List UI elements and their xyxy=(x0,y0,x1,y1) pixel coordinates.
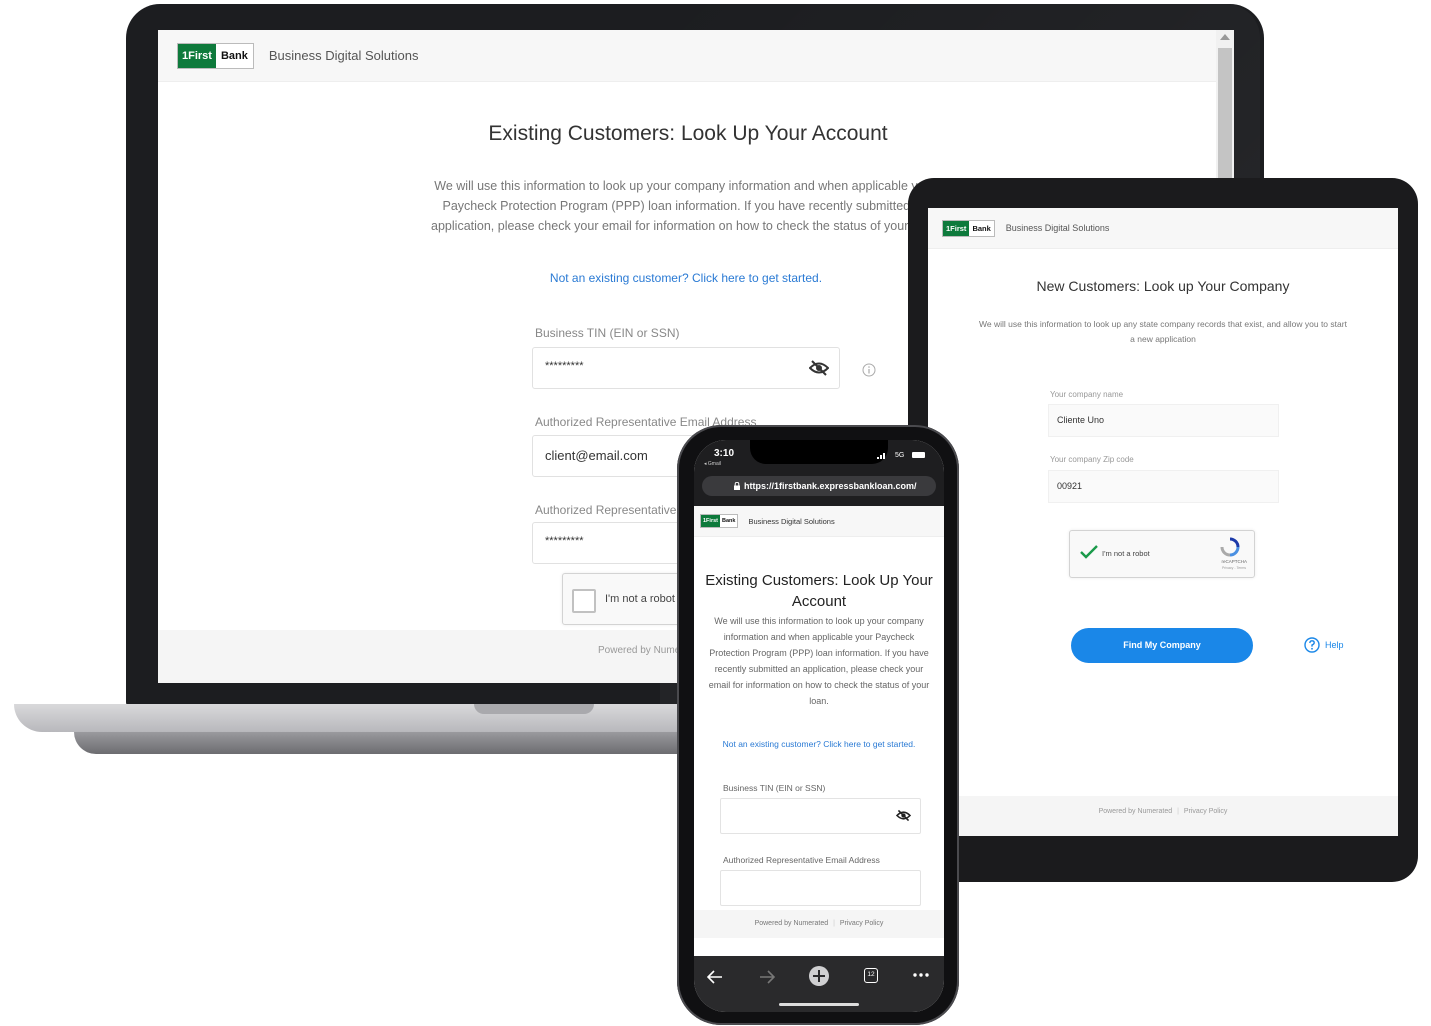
privacy-policy-link[interactable]: Privacy Policy xyxy=(1184,808,1228,815)
find-my-company-button[interactable]: Find My Company xyxy=(1071,628,1253,663)
phone-footer: Powered by Numerated | Privacy Policy xyxy=(694,910,944,938)
page-description: We will use this information to look up … xyxy=(979,319,1347,344)
footer-powered[interactable]: Powered by Numerated xyxy=(755,920,829,927)
brand-logo[interactable]: 1First Bank xyxy=(700,514,739,528)
zip-code-input[interactable]: 00921 xyxy=(1048,470,1279,503)
hide-password-icon[interactable] xyxy=(809,359,829,377)
url-bar[interactable]: https://1firstbank.expressbankloan.com/ xyxy=(702,476,936,496)
home-indicator xyxy=(779,1003,859,1006)
footer-powered: Powered by Nume xyxy=(598,645,681,656)
page-title: Existing Customers: Look Up Your Account xyxy=(488,122,888,145)
zip-code-label: Your company Zip code xyxy=(1050,455,1134,464)
phone-header: 1First Bank Business Digital Solutions xyxy=(694,506,944,537)
new-customer-link[interactable]: Not an existing customer? Click here to … xyxy=(694,739,944,749)
product-name: Business Digital Solutions xyxy=(748,516,835,526)
product-name: Business Digital Solutions xyxy=(268,48,419,63)
recaptcha-checkbox[interactable] xyxy=(572,589,596,613)
privacy-policy-link[interactable]: Privacy Policy xyxy=(840,920,884,927)
status-time: 3:10 xyxy=(714,448,735,459)
forward-arrow-icon[interactable] xyxy=(759,970,775,984)
tablet-footer: Powered by Numerated | Privacy Policy xyxy=(928,796,1398,836)
tabs-icon[interactable]: 12 xyxy=(864,968,878,983)
tin-input[interactable]: ********* xyxy=(532,347,840,389)
hide-password-icon[interactable] xyxy=(896,809,911,822)
info-icon[interactable] xyxy=(862,363,876,377)
tin-label: Business TIN (EIN or SSN) xyxy=(535,326,680,340)
tablet-header: 1First Bank Business Digital Solutions xyxy=(928,208,1398,249)
laptop-header: 1First Bank Business Digital Solutions xyxy=(158,30,1234,82)
email-input[interactable] xyxy=(720,870,921,906)
phone-screen: 3:10 ◂ Gmail 5G https://1firstbank.expre… xyxy=(694,440,944,1012)
battery-icon xyxy=(912,452,925,458)
more-menu-icon[interactable] xyxy=(913,973,929,977)
page-description: We will use this information to look up … xyxy=(431,179,939,233)
brand-logo[interactable]: 1First Bank xyxy=(942,219,995,237)
help-icon xyxy=(1304,637,1320,653)
company-name-label: Your company name xyxy=(1050,390,1124,399)
recaptcha-widget: I'm not a robot reCAPTCHA Privacy - Term… xyxy=(1069,530,1255,578)
back-to-app[interactable]: ◂ Gmail xyxy=(704,461,721,467)
checkmark-icon[interactable] xyxy=(1080,545,1098,559)
phone-status-bar: 3:10 ◂ Gmail 5G https://1firstbank.expre… xyxy=(694,440,944,506)
brand-logo[interactable]: 1First Bank xyxy=(177,42,254,69)
footer-powered[interactable]: Powered by Numerated xyxy=(1099,808,1173,815)
page-title: Existing Customers: Look Up Your Account xyxy=(705,572,933,610)
new-tab-plus-icon[interactable] xyxy=(808,965,830,987)
company-name-input[interactable]: Cliente Uno xyxy=(1048,404,1279,437)
tin-label: Business TIN (EIN or SSN) xyxy=(723,783,826,793)
page-title: New Customers: Look up Your Company xyxy=(1036,278,1290,294)
phone-notch xyxy=(750,440,888,464)
back-arrow-icon[interactable] xyxy=(707,970,723,984)
rep-label: Authorized Representative xyxy=(535,503,677,517)
recaptcha-logo-icon xyxy=(1220,537,1240,557)
network-label: 5G xyxy=(895,452,905,459)
page-description: We will use this information to look up … xyxy=(708,616,930,706)
help-link[interactable]: Help xyxy=(1304,637,1344,653)
product-name: Business Digital Solutions xyxy=(1005,223,1110,233)
tin-input[interactable] xyxy=(720,798,921,834)
tablet-screen: 1First Bank Business Digital Solutions N… xyxy=(928,208,1398,836)
email-label: Authorized Representative Email Address xyxy=(723,855,880,865)
signal-icon xyxy=(877,453,885,459)
scroll-up-arrow[interactable] xyxy=(1220,34,1230,40)
lock-icon xyxy=(734,482,740,490)
